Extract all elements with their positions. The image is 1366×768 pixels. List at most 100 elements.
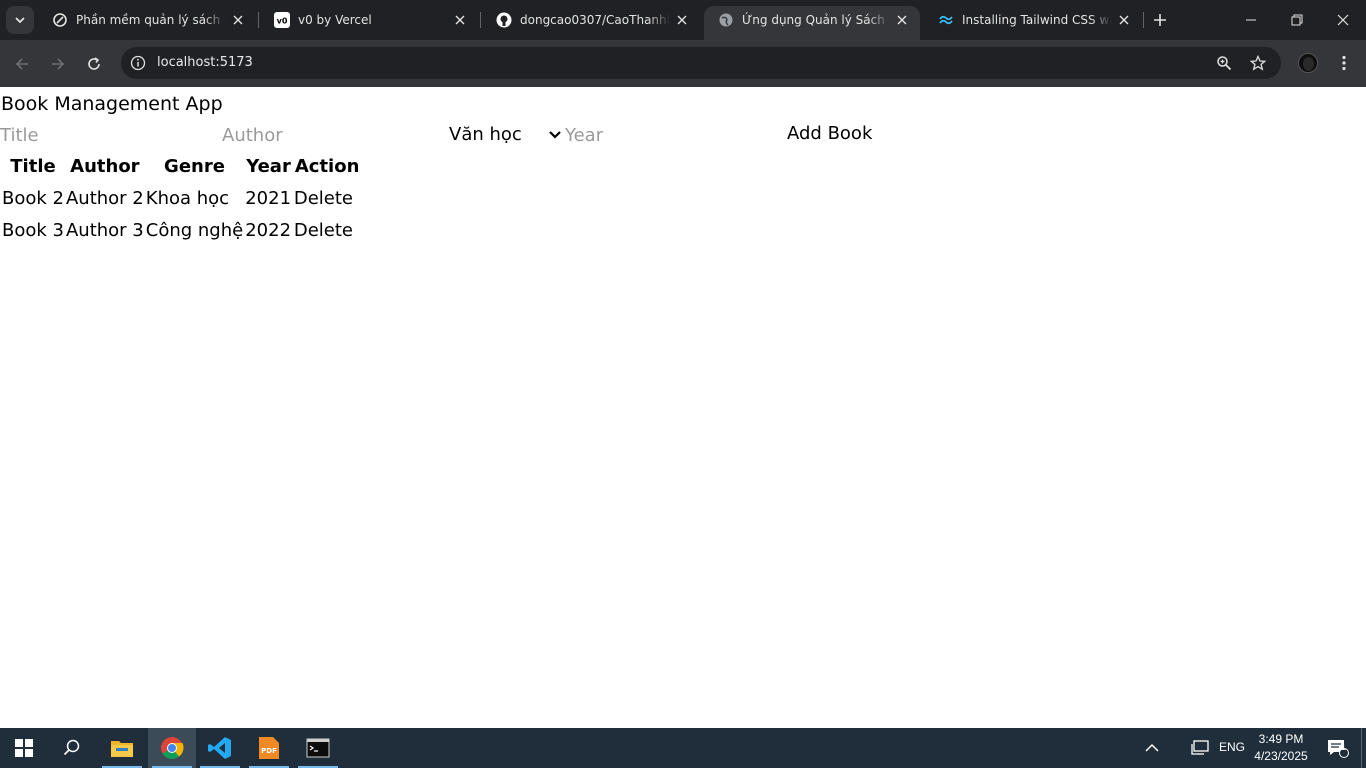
clock-date: 4/23/2025 — [1254, 749, 1308, 763]
address-bar[interactable]: localhost:5173 — [121, 47, 1281, 79]
back-button[interactable] — [8, 50, 36, 78]
tab-tailwind[interactable]: Installing Tailwind CSS with Vite — [924, 0, 1142, 40]
cell-year: 2022 — [245, 219, 292, 241]
cell-genre: Khoa học — [145, 187, 230, 209]
close-window-button[interactable] — [1320, 0, 1366, 40]
start-button[interactable] — [0, 728, 48, 768]
network-tray-button[interactable] — [1178, 728, 1222, 768]
browser-toolbar: localhost:5173 — [0, 40, 1366, 87]
action-center-button[interactable]: 1 — [1318, 728, 1358, 768]
genre-select[interactable]: Văn học — [449, 122, 564, 148]
add-book-button[interactable]: Add Book — [787, 121, 872, 147]
close-tab-icon[interactable] — [1116, 12, 1132, 28]
column-header-genre: Genre — [164, 156, 225, 177]
minimize-button[interactable] — [1228, 0, 1274, 40]
windows-start-icon — [15, 739, 33, 757]
cell-action: Delete — [294, 183, 361, 213]
search-icon — [63, 739, 80, 756]
svg-text:PDF: PDF — [261, 747, 277, 755]
restore-button[interactable] — [1274, 0, 1320, 40]
column-header-title: Title — [10, 156, 56, 177]
taskbar-vscode[interactable] — [196, 728, 244, 768]
zoom-icon[interactable] — [1215, 54, 1233, 72]
show-desktop-button[interactable] — [1361, 728, 1366, 768]
tab-github[interactable]: dongcao0307/CaoThanhDong — [482, 0, 700, 40]
url-text[interactable]: localhost:5173 — [157, 55, 253, 71]
title-input[interactable] — [0, 122, 215, 148]
table-row: Book 3 Author 3 Công nghệ 2022 Delete — [2, 215, 360, 245]
network-icon — [1191, 740, 1209, 755]
clock-time: 3:49 PM — [1258, 732, 1304, 746]
plus-icon — [1154, 14, 1166, 26]
taskbar-clock[interactable]: 3:49 PM 4/23/2025 — [1244, 731, 1318, 765]
taskbar-file-explorer[interactable] — [98, 728, 146, 768]
bookmark-star-icon[interactable] — [1249, 54, 1267, 72]
cell-year: 2021 — [245, 187, 292, 209]
close-icon — [1337, 14, 1349, 26]
app-title: Book Management App — [1, 93, 223, 115]
tab-title: Ứng dụng Quản lý Sách — [742, 13, 885, 27]
genre-selected-value: Văn học — [449, 124, 522, 145]
close-tab-icon[interactable] — [230, 12, 246, 28]
arrow-left-icon — [15, 58, 28, 70]
cell-title: Book 2 — [2, 187, 64, 209]
tab-separator — [480, 12, 481, 28]
close-tab-icon[interactable] — [674, 12, 690, 28]
minimize-icon — [1246, 19, 1256, 21]
chrome-icon — [161, 737, 184, 759]
chevron-down-icon — [15, 17, 25, 24]
column-header-author: Author — [70, 156, 140, 177]
tab-book-app[interactable]: Ứng dụng Quản lý Sách — [704, 6, 920, 40]
globe-icon — [718, 12, 734, 28]
table-header-row: Title Author Genre Year Action — [2, 152, 360, 181]
openai-icon — [52, 12, 68, 28]
column-header-action: Action — [294, 156, 360, 177]
tab-chatgpt[interactable]: Phần mềm quản lý sách React — [38, 0, 256, 40]
tab-title: Installing Tailwind CSS with Vite — [962, 13, 1112, 27]
new-tab-button[interactable] — [1150, 10, 1170, 30]
tab-title: Phần mềm quản lý sách React — [76, 13, 226, 27]
tailwind-icon — [938, 12, 954, 28]
reload-button[interactable] — [80, 50, 108, 78]
pdf-reader-icon: PDF — [259, 737, 279, 759]
svg-text:v0: v0 — [277, 17, 288, 26]
year-input[interactable] — [565, 122, 780, 148]
cell-genre: Công nghệ — [145, 219, 244, 241]
site-info-icon[interactable] — [129, 54, 147, 72]
vscode-icon — [208, 737, 231, 759]
input-language-indicator[interactable]: ENG — [1219, 740, 1245, 754]
tab-search-button[interactable] — [6, 6, 34, 34]
cell-action: Delete — [294, 215, 361, 245]
windows-taskbar: PDF ENG 3:49 PM 4/23/2025 1 — [0, 728, 1366, 768]
taskbar-chrome[interactable] — [148, 728, 196, 768]
page-content: Book Management App Văn học Add Book Tit… — [0, 87, 1366, 728]
taskbar-search-button[interactable] — [48, 728, 96, 768]
taskbar-pdf-reader[interactable]: PDF — [245, 728, 293, 768]
show-hidden-icons-button[interactable] — [1130, 728, 1174, 768]
arrow-right-icon — [52, 58, 65, 70]
github-icon — [496, 12, 512, 28]
file-explorer-icon — [111, 741, 133, 757]
tab-separator — [258, 12, 259, 28]
close-tab-icon[interactable] — [894, 12, 910, 28]
terminal-icon — [306, 738, 330, 758]
cell-title: Book 3 — [2, 219, 64, 241]
column-header-year: Year — [246, 156, 291, 177]
tab-separator — [1143, 12, 1144, 28]
table-row: Book 2 Author 2 Khoa học 2021 Delete — [2, 183, 360, 213]
cell-author: Author 2 — [65, 187, 144, 209]
notification-count-badge: 1 — [1341, 742, 1347, 752]
tab-title: v0 by Vercel — [298, 13, 372, 27]
tab-v0[interactable]: v0 v0 by Vercel — [260, 0, 478, 40]
close-tab-icon[interactable] — [452, 12, 468, 28]
tab-title: dongcao0307/CaoThanhDong — [520, 13, 670, 27]
forward-button[interactable] — [44, 50, 72, 78]
delete-button[interactable]: Delete — [294, 220, 353, 241]
author-input[interactable] — [222, 122, 444, 148]
reload-icon — [88, 57, 100, 70]
taskbar-terminal[interactable] — [294, 728, 342, 768]
delete-button[interactable]: Delete — [294, 188, 353, 209]
browser-menu-button[interactable] — [1334, 53, 1354, 73]
cell-author: Author 3 — [65, 219, 144, 241]
profile-avatar[interactable] — [1298, 53, 1318, 73]
